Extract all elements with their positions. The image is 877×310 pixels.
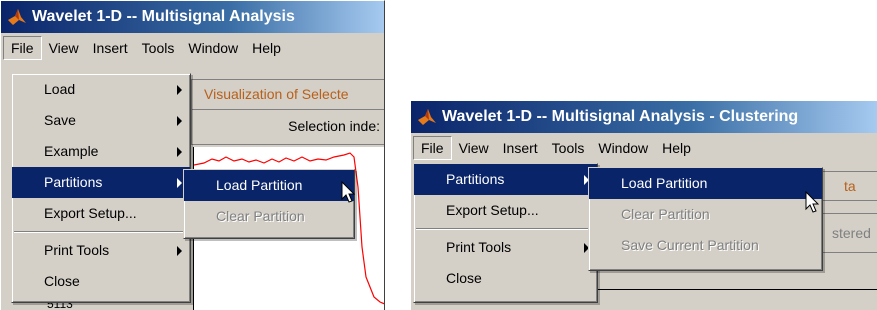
partitions-submenu: Load Partition Clear Partition Save Curr… [588,167,823,271]
file-menu: Load Save Example Partitions Export Setu… [11,73,191,303]
menu-item-print-tools[interactable]: Print Tools [12,235,190,266]
matlab-logo-icon [8,9,26,25]
matlab-logo-icon [418,109,436,125]
menu-help[interactable]: Help [655,137,698,159]
menu-view[interactable]: View [42,37,86,59]
menu-file[interactable]: File [3,36,42,60]
menu-item-save[interactable]: Save [12,105,190,136]
menu-item-partitions-label: Partitions [44,174,103,190]
menu-item-example-label: Example [44,143,99,159]
menu-item-load-partition[interactable]: Load Partition [589,168,822,199]
menu-item-partitions[interactable]: Partitions [414,164,597,195]
menu-item-print-tools[interactable]: Print Tools [414,232,597,263]
visualization-panel-header: Visualization of Selecte [191,79,384,109]
submenu-arrow-icon [177,246,182,256]
menu-item-export-setup[interactable]: Export Setup... [414,195,597,226]
title-bar: Wavelet 1-D -- Multisignal Analysis [1,1,384,33]
menu-item-save-current-partition: Save Current Partition [589,230,822,261]
file-menu: Partitions Export Setup... Print Tools C… [413,163,598,303]
panel-label-fragment: stered [832,225,871,241]
menu-separator [14,231,188,233]
axis-line [561,289,877,290]
menu-item-load-partition-label: Load Partition [216,177,303,193]
menu-item-save-label: Save [44,112,76,128]
menu-separator [416,228,595,230]
submenu-arrow-icon [177,178,182,188]
menu-item-example[interactable]: Example [12,136,190,167]
window-multisignal-analysis: Wavelet 1-D -- Multisignal Analysis File… [0,0,385,310]
submenu-arrow-icon [177,116,182,126]
menu-item-load[interactable]: Load [12,74,190,105]
menu-item-close-label: Close [44,273,80,289]
menu-insert[interactable]: Insert [86,37,135,59]
menu-item-print-tools-label: Print Tools [44,242,110,258]
menu-item-export-setup[interactable]: Export Setup... [12,198,190,229]
partitions-submenu: Load Partition Clear Partition [183,169,355,239]
window-title: Wavelet 1-D -- Multisignal Analysis [32,8,295,25]
menu-item-clear-partition-label: Clear Partition [621,206,710,222]
menu-item-partitions-label: Partitions [446,171,505,187]
menu-file[interactable]: File [413,136,452,160]
menu-item-export-setup-label: Export Setup... [446,202,539,218]
menu-item-save-current-partition-label: Save Current Partition [621,237,759,253]
menu-window[interactable]: Window [181,37,245,59]
menu-item-close-label: Close [446,270,482,286]
menu-bar: File View Insert Tools Window Help [1,33,384,63]
menu-insert[interactable]: Insert [496,137,545,159]
mouse-pointer-icon [805,191,820,213]
menu-tools[interactable]: Tools [135,37,182,59]
title-bar: Wavelet 1-D -- Multisignal Analysis - Cl… [411,101,877,133]
menu-item-load-partition-label: Load Partition [621,175,708,191]
panel-title: Visualization of Selecte [204,86,349,102]
selection-index-label: Selection inde: [288,118,380,134]
menu-item-partitions[interactable]: Partitions [12,167,190,198]
menu-item-export-setup-label: Export Setup... [44,205,137,221]
menu-item-print-tools-label: Print Tools [446,239,512,255]
menu-bar: File View Insert Tools Window Help [411,133,877,163]
panel-title-fragment: ta [844,178,856,194]
menu-window[interactable]: Window [591,137,655,159]
window-clustering: Wavelet 1-D -- Multisignal Analysis - Cl… [410,100,877,310]
menu-item-load-label: Load [44,81,76,97]
menu-item-close[interactable]: Close [414,263,597,294]
mouse-pointer-icon [341,181,356,203]
submenu-arrow-icon [177,147,182,157]
menu-tools[interactable]: Tools [545,137,592,159]
menu-view[interactable]: View [452,137,496,159]
submenu-arrow-icon [177,85,182,95]
menu-item-clear-partition: Clear Partition [589,199,822,230]
menu-item-clear-partition: Clear Partition [184,201,354,232]
menu-help[interactable]: Help [245,37,288,59]
menu-item-close[interactable]: Close [12,266,190,297]
window-title: Wavelet 1-D -- Multisignal Analysis - Cl… [442,108,799,125]
selection-panel: Selection inde: [191,109,384,145]
menu-item-load-partition[interactable]: Load Partition [184,170,354,201]
menu-item-clear-partition-label: Clear Partition [216,208,305,224]
